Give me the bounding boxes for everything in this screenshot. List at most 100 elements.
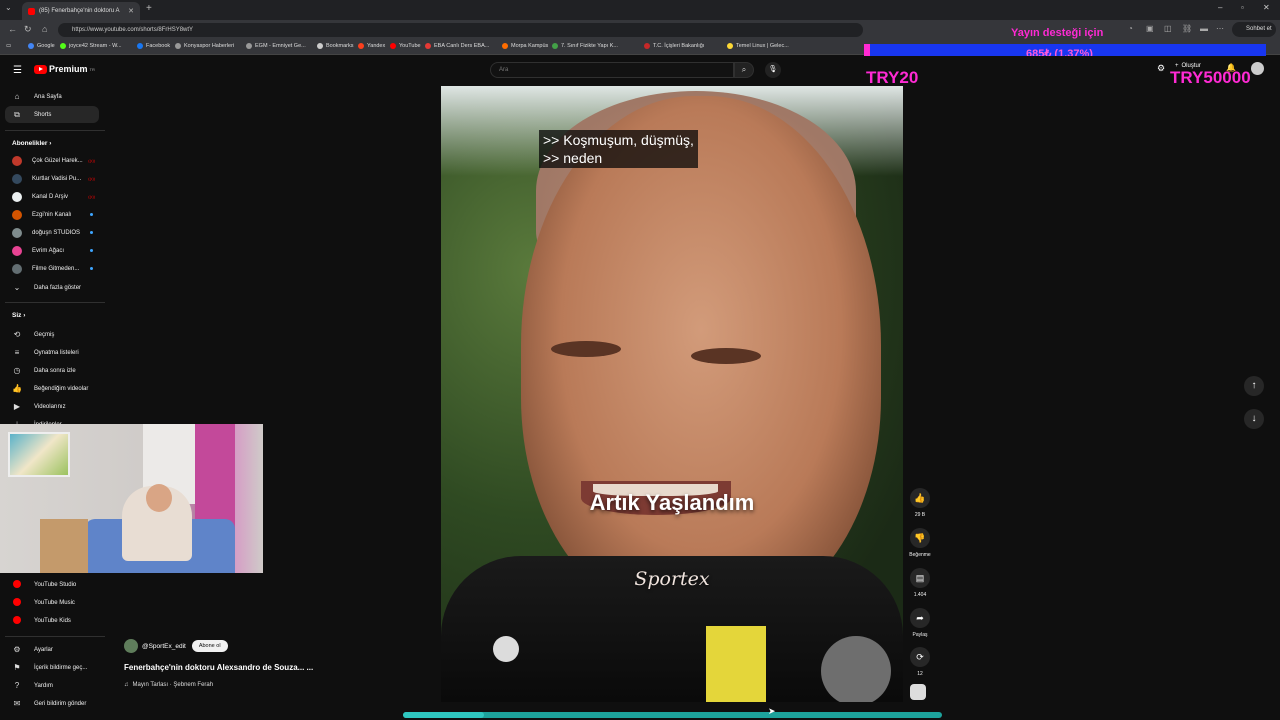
- bookmark-item[interactable]: joyce42 Stream - W...: [60, 43, 122, 49]
- extension-icon[interactable]: ⛓: [1182, 24, 1192, 33]
- gear-icon[interactable]: ⚙: [1157, 63, 1165, 74]
- short-video-player[interactable]: [441, 86, 903, 702]
- remix-count: 12: [917, 671, 923, 677]
- avatar: [12, 227, 22, 238]
- search-button[interactable]: ⌕: [734, 62, 754, 78]
- microphone-icon: 🎙: [768, 66, 778, 73]
- sidebar-subscription-item[interactable]: Çok Güzel Harek... ((•)): [5, 152, 99, 169]
- bookmark-item[interactable]: Facebook: [137, 43, 170, 49]
- live-indicator-icon: ((•)): [88, 176, 95, 181]
- menu-icon[interactable]: ⋯: [1216, 24, 1224, 33]
- sidebar-item-shorts[interactable]: ⧉ Shorts: [5, 106, 99, 123]
- sidebar-item[interactable]: YouTube Studio: [5, 576, 99, 593]
- browser-tab[interactable]: (85) Fenerbahçe'nin doktoru A ✕: [22, 2, 140, 20]
- next-short-button[interactable]: ↓: [1244, 409, 1264, 429]
- sidebar-item[interactable]: 👍 Beğendiğim videolar: [5, 380, 99, 397]
- youtube-logo[interactable]: Premium TR: [34, 64, 95, 74]
- sidebar-item[interactable]: ? Yardım: [5, 677, 99, 694]
- sidebar-subscription-item[interactable]: Ezgi'nin Kanalı: [5, 206, 99, 223]
- voice-search-button[interactable]: 🎙: [765, 62, 781, 78]
- sidebar-item[interactable]: ⟲ Geçmiş: [5, 326, 99, 343]
- bookmark-item[interactable]: T.C. İçişleri Bakanlığı: [644, 43, 704, 49]
- like-button[interactable]: 👍 29 B: [904, 488, 936, 518]
- sidebar-item[interactable]: YouTube Kids: [5, 612, 99, 629]
- maximize-icon[interactable]: ▫: [1241, 3, 1244, 12]
- extension-icon[interactable]: ◔: [1128, 24, 1133, 33]
- divider: [5, 636, 105, 637]
- bookmark-item[interactable]: Temel Linux | Gelec...: [727, 43, 789, 49]
- short-channel-row: @SportEx_edit Abone ol: [124, 639, 228, 653]
- chat-button[interactable]: Sohbet et: [1232, 22, 1276, 37]
- arrow-down-icon: ↓: [1251, 413, 1257, 424]
- subscribe-button[interactable]: Abone ol: [191, 640, 228, 652]
- bookmark-item[interactable]: Bookmarks: [317, 43, 354, 49]
- close-window-icon[interactable]: ✕: [1263, 3, 1270, 12]
- bookmark-item[interactable]: Google: [28, 43, 55, 49]
- channel-name[interactable]: @SportEx_edit: [142, 643, 186, 650]
- sidebar-item[interactable]: ⚙ Ayarlar: [5, 641, 99, 658]
- sidebar-subscription-item[interactable]: doğuşn STUDIOS: [5, 224, 99, 241]
- flag-icon: ⚑: [13, 663, 21, 672]
- extension-icon[interactable]: ▣: [1146, 24, 1154, 33]
- help-icon: ?: [14, 681, 20, 690]
- previous-short-button[interactable]: ↑: [1244, 376, 1264, 396]
- sidebar-item[interactable]: ◷ Daha sonra izle: [5, 362, 99, 379]
- subscriptions-heading[interactable]: Abonelikler ›: [12, 140, 51, 147]
- tab-search-icon[interactable]: ⌄: [5, 3, 12, 12]
- avatar: [12, 209, 22, 220]
- channel-avatar[interactable]: [124, 639, 138, 653]
- bookmark-item[interactable]: EBA Canlı Ders EBA...: [425, 43, 489, 49]
- back-icon[interactable]: ←: [8, 24, 17, 34]
- bookmarks-folder-icon[interactable]: ▭: [6, 43, 11, 49]
- sidebar-item[interactable]: ✉ Geri bildirim gönder: [5, 695, 99, 712]
- short-title[interactable]: Fenerbahçe'nin doktoru Alexsandro de Sou…: [124, 663, 313, 672]
- sidebar-item[interactable]: YouTube Music: [5, 594, 99, 611]
- bookmark-favicon-icon: [317, 43, 323, 49]
- bookmark-favicon-icon: [175, 43, 181, 49]
- sidebar-item-home[interactable]: ⌂ Ana Sayfa: [5, 88, 99, 105]
- sidebar-subscription-item[interactable]: Filme Gitmeden...: [5, 260, 99, 277]
- bookmark-favicon-icon: [246, 43, 252, 49]
- home-icon[interactable]: ⌂: [42, 24, 47, 34]
- live-indicator-icon: ((•)): [88, 158, 95, 163]
- donation-goal-min: TRY20: [866, 68, 919, 87]
- short-sound[interactable]: ♫ Mayın Tarlası · Şebnem Ferah: [124, 682, 213, 688]
- avatar[interactable]: [1251, 62, 1264, 75]
- sidebar-item-label: Geri bildirim gönder: [34, 700, 87, 707]
- sidebar-item[interactable]: ⚑ İçerik bildirme geç...: [5, 659, 99, 676]
- youtube-app-icon: [12, 597, 22, 608]
- bookmark-item[interactable]: 7. Sınıf Fizikte Yapı K...: [552, 43, 618, 49]
- share-button[interactable]: ➦ Paylaş: [904, 608, 936, 638]
- extension-icon[interactable]: ▬: [1200, 24, 1208, 33]
- bookmark-item[interactable]: EGM - Emniyet Ge...: [246, 43, 306, 49]
- you-heading[interactable]: Siz ›: [12, 312, 25, 319]
- close-tab-icon[interactable]: ✕: [128, 7, 134, 15]
- dislike-label: Beğenme: [909, 552, 931, 558]
- hamburger-menu-icon[interactable]: ☰: [13, 65, 22, 76]
- new-tab-icon[interactable]: +: [146, 3, 152, 14]
- sidebar-item[interactable]: ▶ Videolarınız: [5, 398, 99, 415]
- extension-icon[interactable]: ◫: [1164, 24, 1172, 33]
- dislike-button[interactable]: 👎 Beğenme: [904, 528, 936, 558]
- minimize-icon[interactable]: –: [1218, 3, 1222, 12]
- bookmark-item[interactable]: Yandex: [358, 43, 385, 49]
- sidebar-subscription-item[interactable]: Evrim Ağacı: [5, 242, 99, 259]
- comments-button[interactable]: ▤ 1.404: [904, 568, 936, 598]
- sidebar-item[interactable]: ≡ Oynatma listeleri: [5, 344, 99, 361]
- sidebar-subscription-item[interactable]: Kanal D Arşiv ((•)): [5, 188, 99, 205]
- sound-thumbnail[interactable]: [910, 684, 926, 700]
- sidebar-item-label: Yardım: [34, 682, 53, 689]
- video-progress-bar[interactable]: [403, 712, 942, 718]
- url-field[interactable]: https://www.youtube.com/shorts/8FrHSY8wt…: [58, 23, 863, 37]
- bookmark-favicon-icon: [28, 43, 34, 49]
- reload-icon[interactable]: ↻: [24, 24, 32, 35]
- sidebar-item-label: Daha fazla göster: [34, 284, 82, 291]
- bookmark-item[interactable]: YouTube: [390, 43, 421, 49]
- sidebar-subscription-item[interactable]: Kurtlar Vadisi Pu... ((•)): [5, 170, 99, 187]
- bookmark-item[interactable]: Morpa Kampüs: [502, 43, 548, 49]
- bookmark-item[interactable]: Konyaspor Haberleri: [175, 43, 234, 49]
- remix-button[interactable]: ⟳ 12: [904, 647, 936, 677]
- bookmark-favicon-icon: [727, 43, 733, 49]
- search-input[interactable]: Ara: [490, 62, 734, 78]
- show-more-button[interactable]: ⌄ Daha fazla göster: [5, 279, 99, 296]
